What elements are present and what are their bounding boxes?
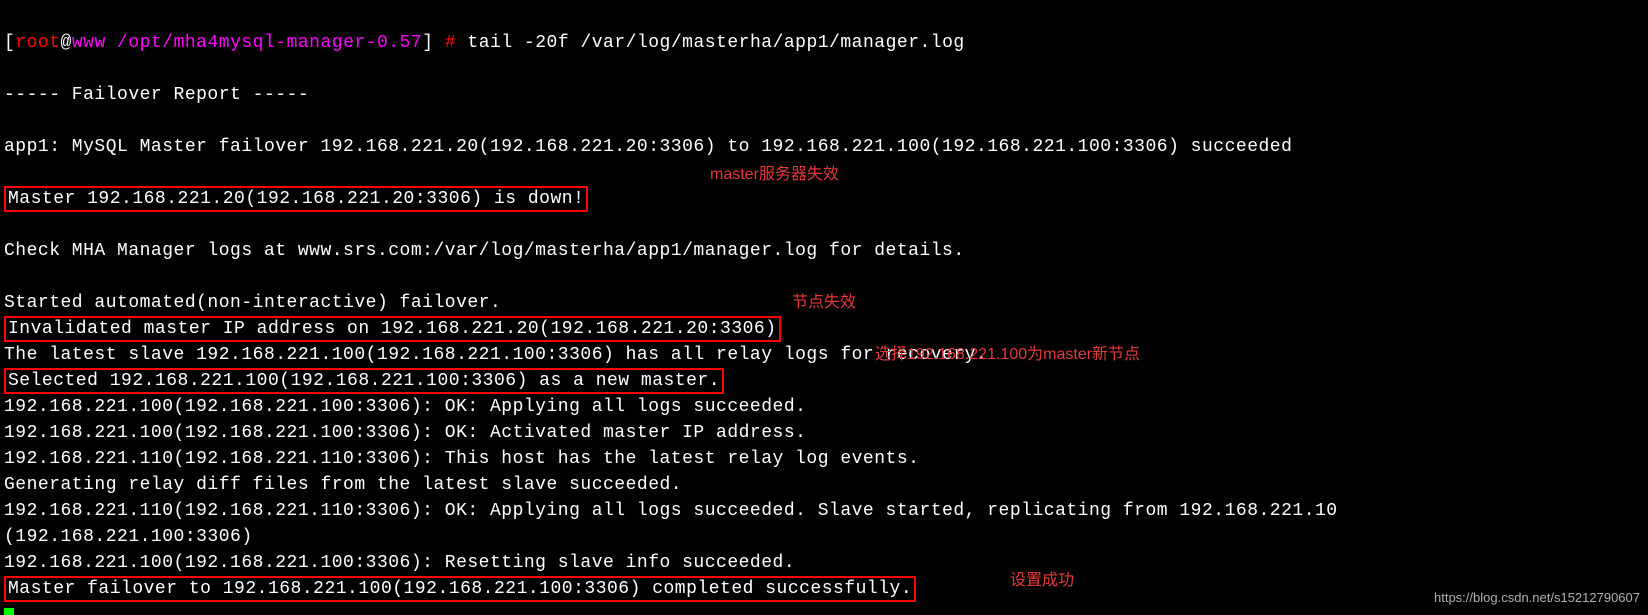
annotation-node-fail: 节点失效 xyxy=(792,290,856,316)
slave-started-line: 192.168.221.110(192.168.221.110:3306): O… xyxy=(4,501,1338,521)
prompt-user: root xyxy=(15,33,60,53)
app1-line: app1: MySQL Master failover 192.168.221.… xyxy=(4,137,1292,157)
prompt-at: @ xyxy=(61,33,72,53)
started-line: Started automated(non-interactive) failo… xyxy=(4,293,501,313)
resetting-line: 192.168.221.100(192.168.221.100:3306): R… xyxy=(4,553,795,573)
prompt-hash: # xyxy=(434,33,468,53)
check-logs-line: Check MHA Manager logs at www.srs.com:/v… xyxy=(4,241,965,261)
completed-box: Master failover to 192.168.221.100(192.1… xyxy=(4,576,916,602)
terminal-cursor xyxy=(4,608,14,615)
annotation-master-fail: master服务器失效 xyxy=(710,162,839,188)
invalidated-box: Invalidated master IP address on 192.168… xyxy=(4,316,781,342)
addr-tail-line: (192.168.221.100:3306) xyxy=(4,527,253,547)
watermark-text: https://blog.csdn.net/s15212790607 xyxy=(1434,585,1640,611)
master-down-box: Master 192.168.221.20(192.168.221.20:330… xyxy=(4,186,588,212)
command-text: tail -20f /var/log/masterha/app1/manager… xyxy=(467,33,964,53)
annotation-select-new: 选择192.168.221.100为master新节点 xyxy=(875,342,1140,368)
ok-apply-line: 192.168.221.100(192.168.221.100:3306): O… xyxy=(4,397,806,417)
prompt-line: [root@www /opt/mha4mysql-manager-0.57] #… xyxy=(4,33,965,53)
bracket-close: ] xyxy=(422,33,433,53)
bracket-open: [ xyxy=(4,33,15,53)
selected-box: Selected 192.168.221.100(192.168.221.100… xyxy=(4,368,724,394)
report-header: ----- Failover Report ----- xyxy=(4,85,309,105)
generating-line: Generating relay diff files from the lat… xyxy=(4,475,682,495)
latest-slave-line: The latest slave 192.168.221.100(192.168… xyxy=(4,345,987,365)
annotation-set-success: 设置成功 xyxy=(1010,568,1074,594)
prompt-path: /opt/mha4mysql-manager-0.57 xyxy=(106,33,422,53)
prompt-host: www xyxy=(72,33,106,53)
ok-activated-line: 192.168.221.100(192.168.221.100:3306): O… xyxy=(4,423,806,443)
host110-line: 192.168.221.110(192.168.221.110:3306): T… xyxy=(4,449,919,469)
